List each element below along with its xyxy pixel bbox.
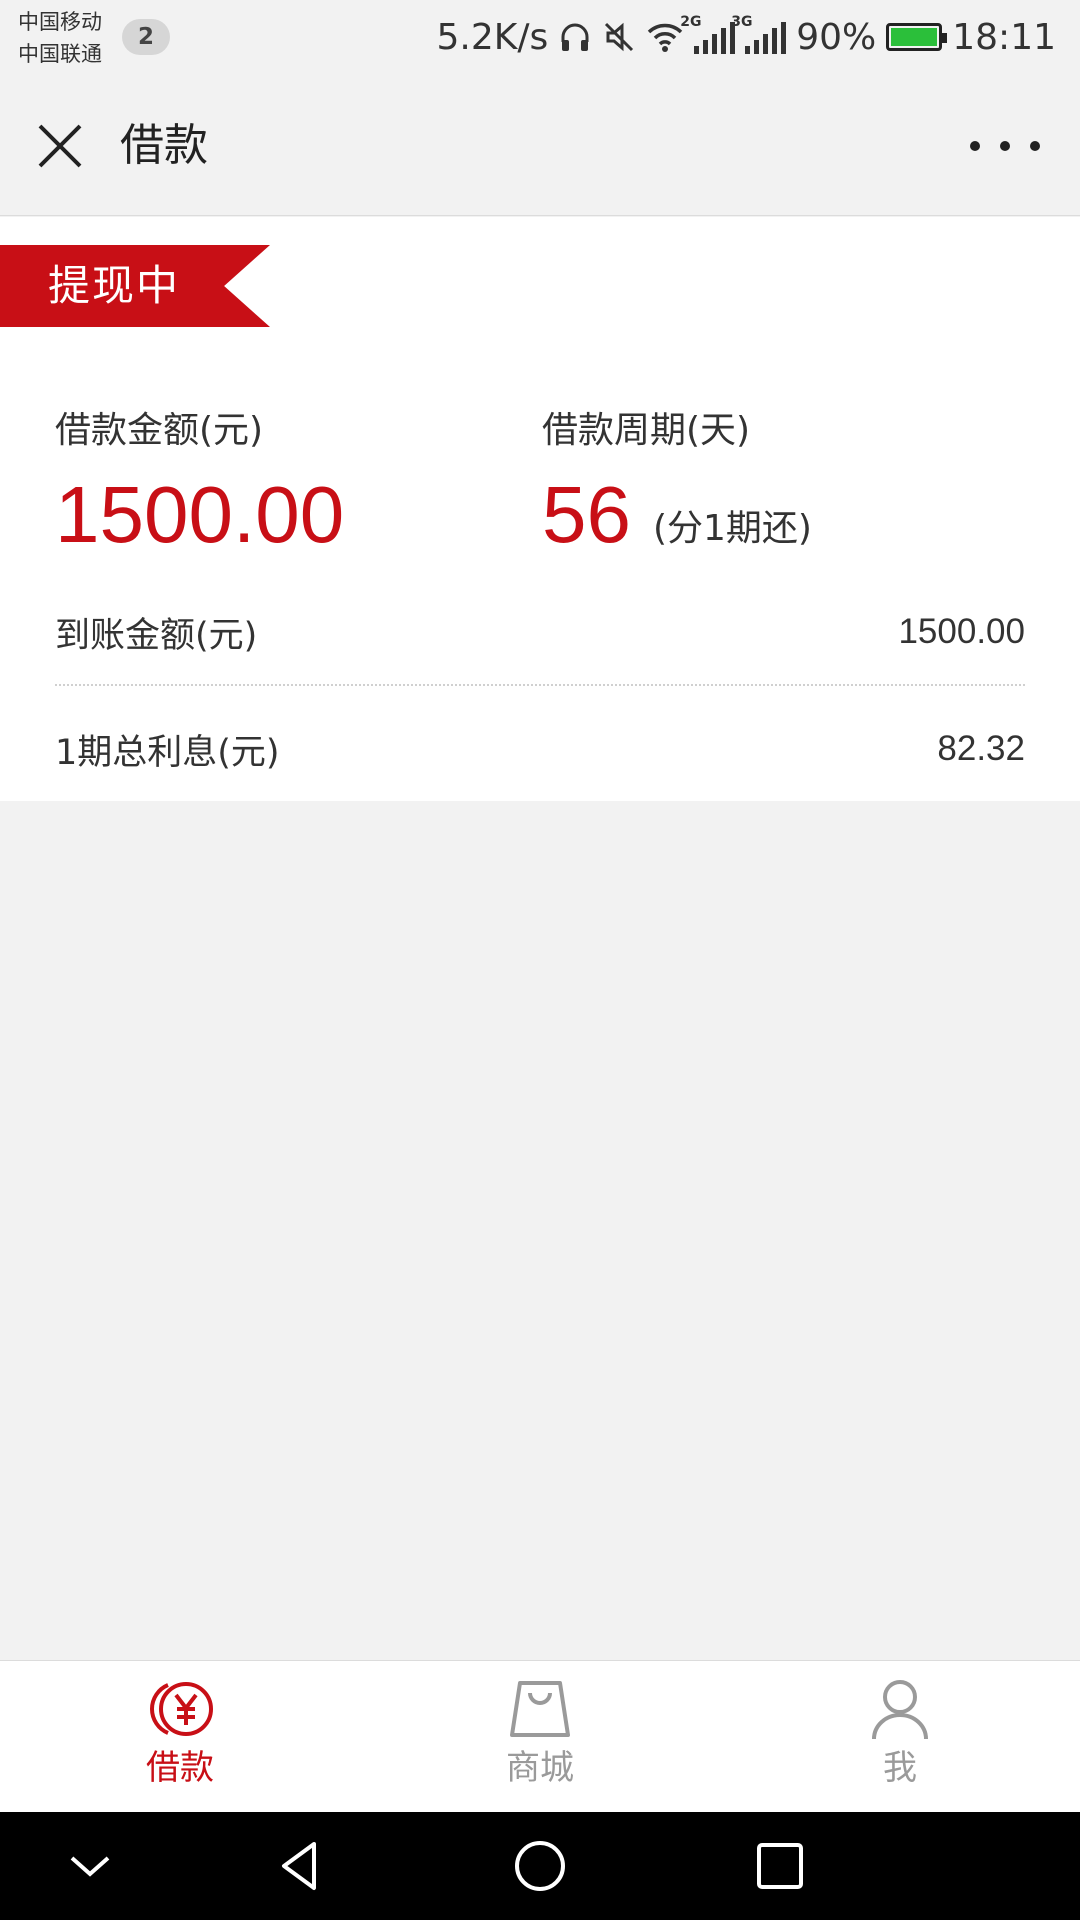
system-nav-bar [0,1812,1080,1920]
net-speed: 5.2K/s [436,16,549,58]
tab-mall-label: 商城 [506,1748,574,1788]
headphones-icon [561,23,589,51]
divider [55,684,1025,686]
nav-collapse-button[interactable] [60,1836,120,1896]
signal-2g-icon: 2G [680,14,736,54]
battery-percent: 90% [796,16,877,58]
tab-me-label: 我 [883,1748,917,1788]
wifi-icon [648,23,683,52]
battery-icon [886,23,948,51]
sim-badge: 2 [122,19,170,55]
more-dot [970,141,980,151]
close-icon [38,124,82,168]
carrier-1: 中国移动 [18,10,102,34]
user-icon [872,1680,928,1740]
close-button[interactable] [30,116,90,176]
carrier-2: 中国联通 [18,42,102,66]
interest-row: 1期总利息(元) 82.32 [55,714,1025,784]
status-ribbon-label: 提现中 [48,261,181,310]
amount-label: 借款金额(元) [55,410,264,451]
amount-block: 借款金额(元) 1500.00 [55,407,344,563]
status-indicators: 5.2K/s 2G 3G 90% 18:11 [436,12,1056,62]
page-title: 借款 [120,120,208,171]
received-label: 到账金额(元) [55,615,258,656]
home-circle-icon [515,1841,565,1891]
mute-icon [605,22,634,52]
period-value: 56 [542,470,631,559]
carrier-names: 中国移动 中国联通 [18,6,102,70]
period-label: 借款周期(天) [542,410,751,451]
more-dot [1030,141,1040,151]
nav-back-button[interactable] [270,1836,330,1896]
signal-2g-tag: 2G [680,14,702,30]
tab-me[interactable]: 我 [800,1677,1000,1793]
signal-3g-icon: 3G [731,14,787,54]
recents-square-icon [757,1843,803,1889]
period-block: 借款周期(天) 56 (分1期还) [542,407,812,563]
back-triangle-icon [282,1842,316,1890]
status-ribbon: 提现中 [0,245,270,327]
shopping-bag-icon [510,1681,570,1737]
more-button[interactable] [970,116,1040,176]
clock: 18:11 [952,16,1056,58]
more-dot [1000,141,1010,151]
yuan-coin-icon [150,1682,213,1736]
chevron-down-icon [70,1856,110,1877]
tab-bar: 借款 商城 我 [0,1660,1080,1812]
tab-loan[interactable]: 借款 [80,1677,280,1793]
tab-mall[interactable]: 商城 [440,1677,640,1793]
tab-loan-label: 借款 [146,1748,214,1788]
received-row: 到账金额(元) 1500.00 [55,597,1025,667]
amount-value: 1500.00 [55,470,345,559]
nav-recents-button[interactable] [750,1836,810,1896]
loan-card: 提现中 借款金额(元) 1500.00 借款周期(天) 56 (分1期还) 到账… [0,217,1080,801]
title-bar: 借款 [0,76,1080,216]
period-note: (分1期还) [652,508,812,549]
status-bar: 中国移动 中国联通 2 5.2K/s 2G 3G 90% 18:11 [0,0,1080,76]
received-value: 1500.00 [898,612,1025,651]
interest-value: 82.32 [937,729,1025,768]
nav-home-button[interactable] [510,1836,570,1896]
signal-3g-tag: 3G [731,14,753,30]
interest-label: 1期总利息(元) [55,732,280,773]
